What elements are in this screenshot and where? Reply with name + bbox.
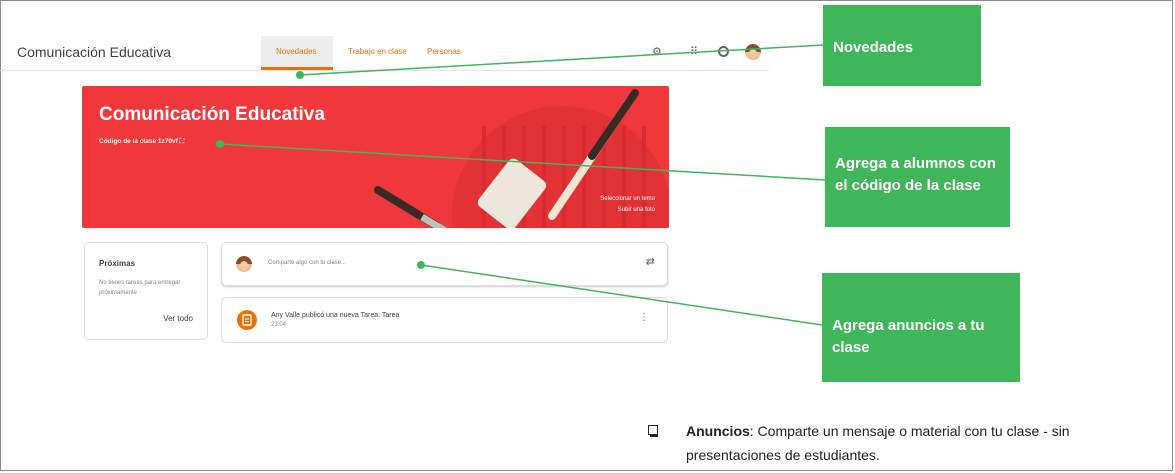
- annotation-lines: [216, 44, 826, 326]
- note-bold: Anuncios: [686, 423, 750, 439]
- note-text: Anuncios: Comparte un mensaje o material…: [648, 419, 1118, 467]
